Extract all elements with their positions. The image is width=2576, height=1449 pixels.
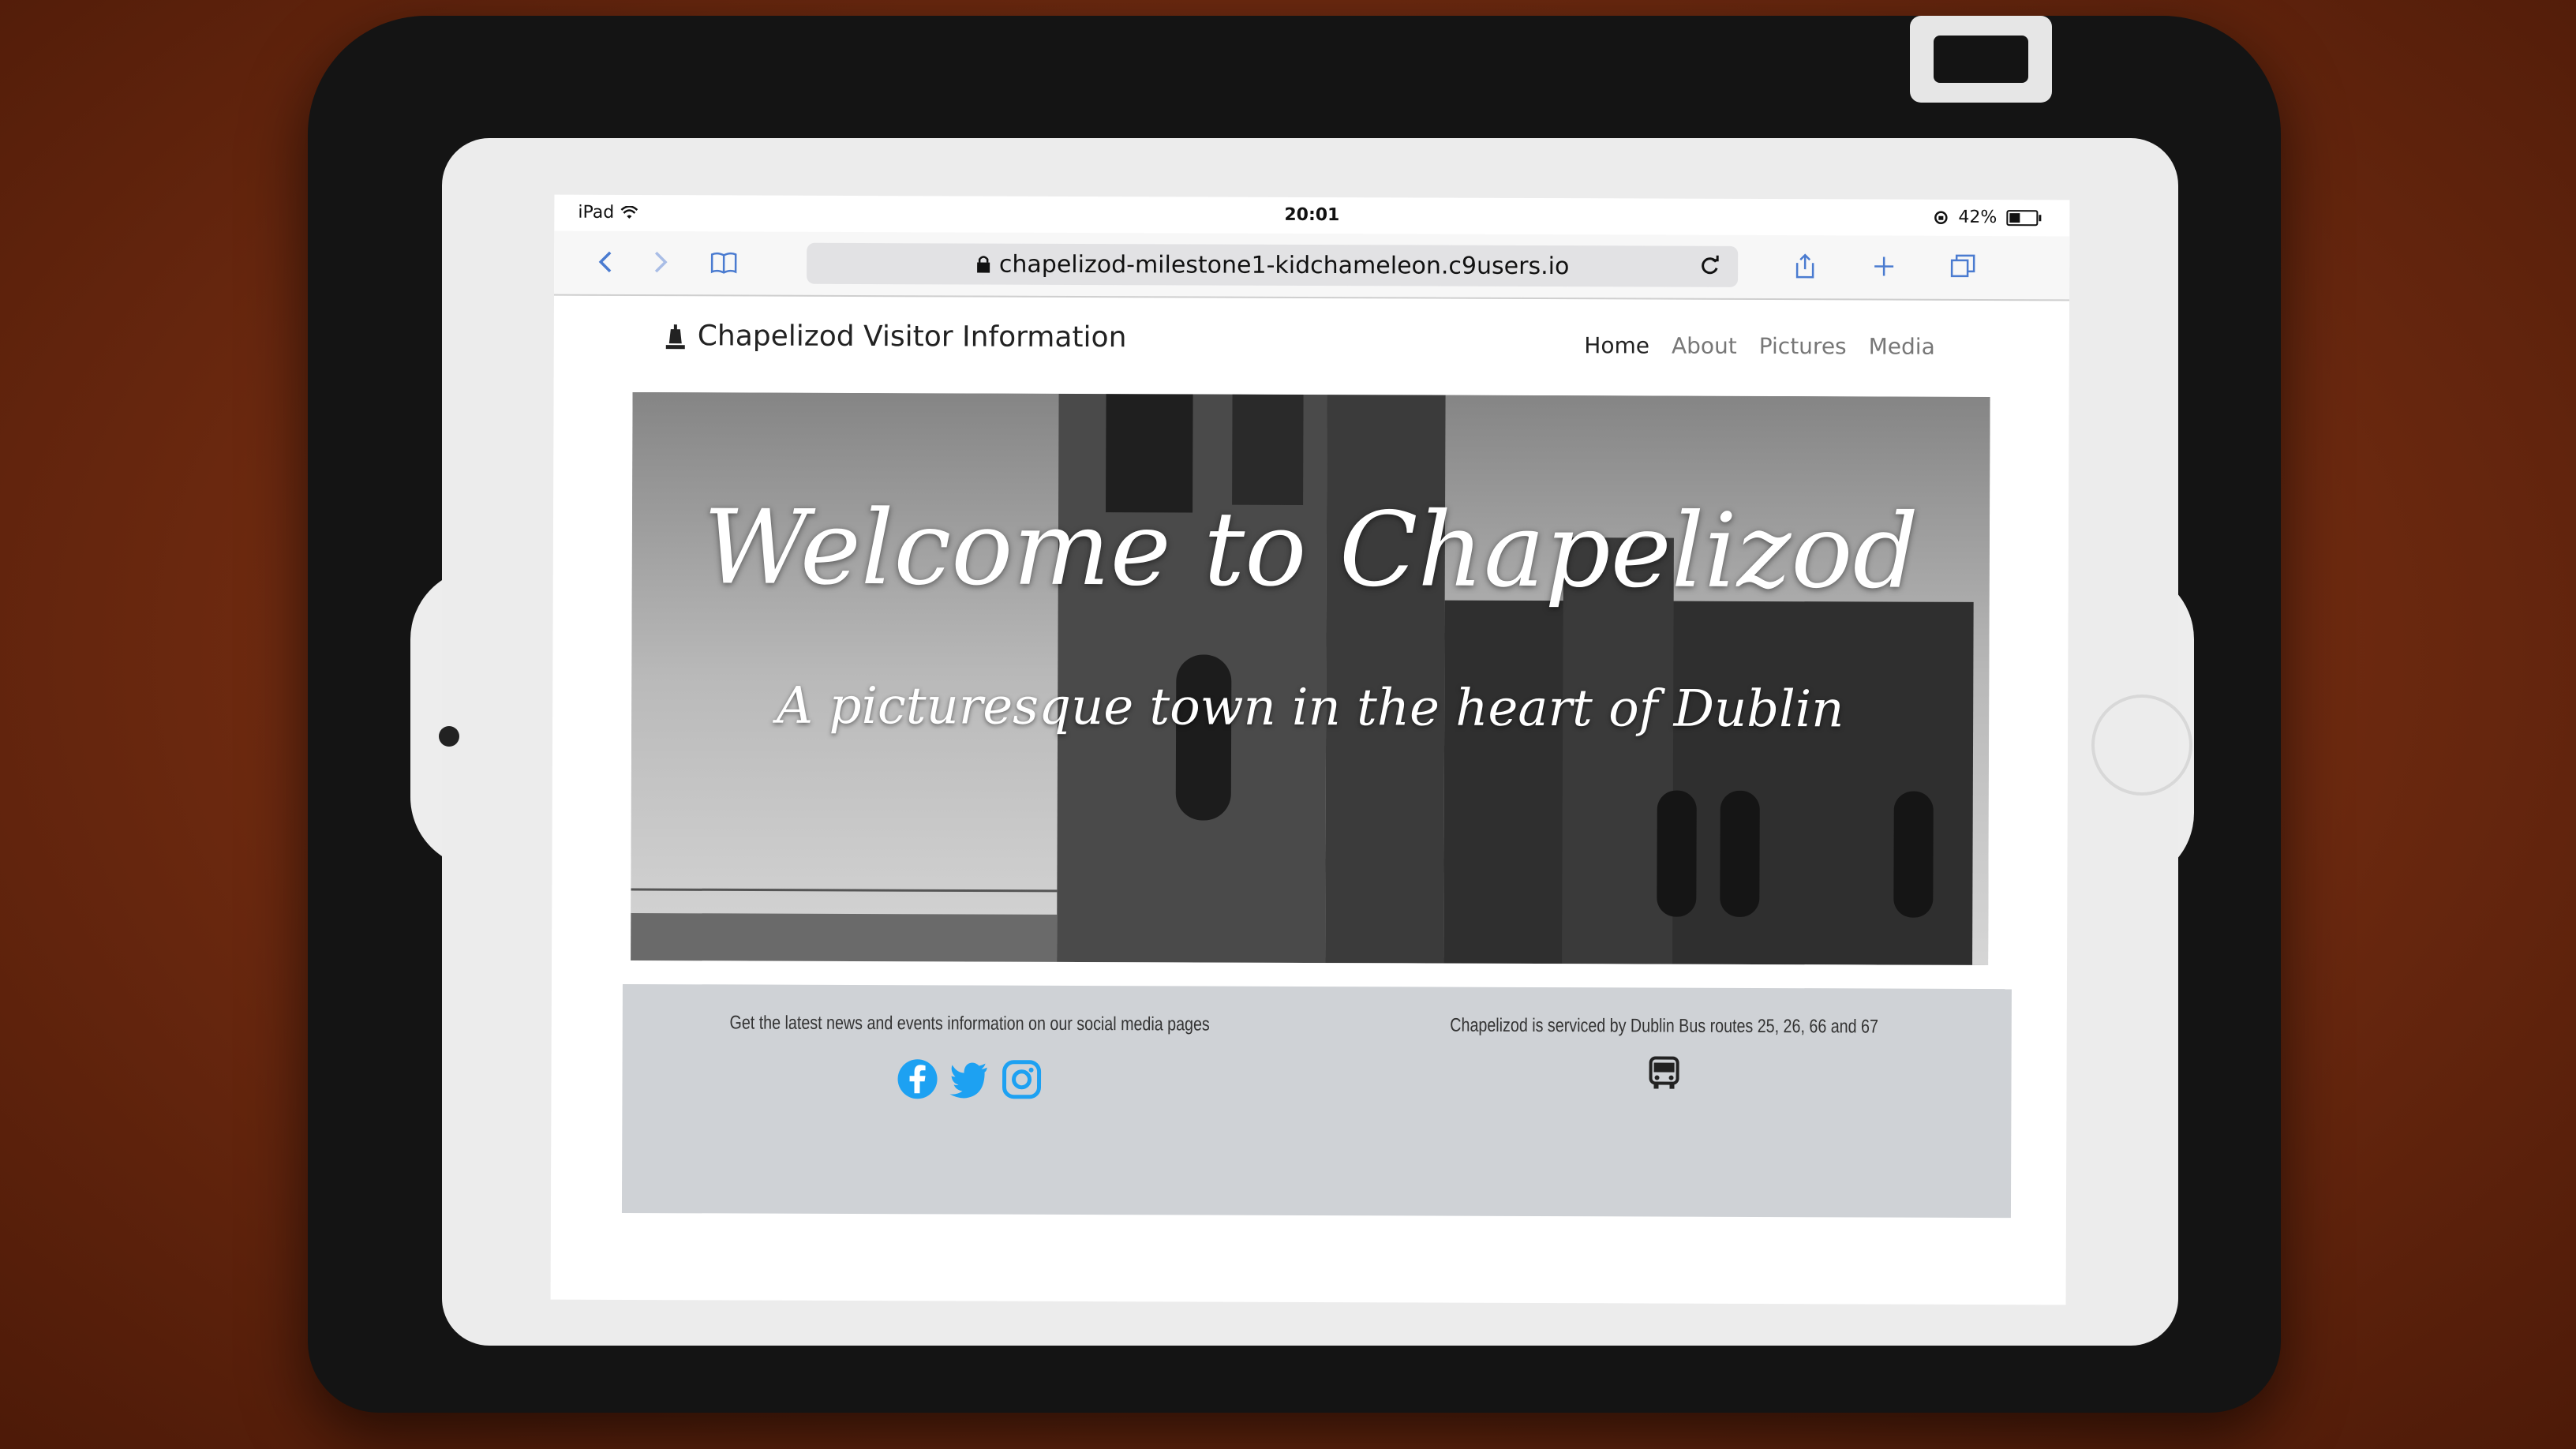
forward-icon[interactable] xyxy=(641,242,680,282)
nav-links: Home About Pictures Media xyxy=(1584,332,1935,360)
bell-tower-icon xyxy=(665,324,685,349)
case-strap xyxy=(1910,16,2052,103)
battery-level xyxy=(2009,212,2020,223)
url-bar[interactable]: chapelizod-milestone1-kidchameleon.c9use… xyxy=(807,242,1739,287)
social-text: Get the latest news and events informati… xyxy=(729,1012,1210,1035)
instagram-icon[interactable] xyxy=(1001,1059,1042,1100)
bus-text: Chapelizod is serviced by Dublin Bus rou… xyxy=(1450,1014,1879,1038)
new-tab-icon[interactable] xyxy=(1864,246,1904,286)
hero-title: Welcome to Chapelizod xyxy=(702,487,1919,612)
hero-banner: Welcome to Chapelizod A picturesque town… xyxy=(631,392,1990,966)
status-right: 42% xyxy=(1933,207,2039,228)
facebook-icon[interactable] xyxy=(897,1058,938,1099)
status-bar: iPad 20:01 42% xyxy=(554,195,2069,237)
nav-home[interactable]: Home xyxy=(1584,332,1649,358)
nav-media[interactable]: Media xyxy=(1869,333,1935,359)
back-icon[interactable] xyxy=(586,242,625,282)
brand-name: Chapelizod Visitor Information xyxy=(697,320,1127,354)
bookmarks-icon[interactable] xyxy=(704,242,743,282)
social-icons xyxy=(622,1058,1316,1101)
battery-icon xyxy=(2006,209,2039,226)
reload-icon[interactable] xyxy=(1697,253,1722,278)
nav-pictures[interactable]: Pictures xyxy=(1759,333,1847,359)
nav-about[interactable]: About xyxy=(1672,333,1737,359)
site-footer: Get the latest news and events informati… xyxy=(621,983,2012,1219)
footer-social: Get the latest news and events informati… xyxy=(622,1012,1316,1101)
ipad-screen: iPad 20:01 42% chapelizod-milestone1-kid… xyxy=(550,194,2070,1305)
camera-icon xyxy=(439,726,459,747)
bus-icon-wrapper xyxy=(1316,1054,2011,1092)
tabs-icon[interactable] xyxy=(1943,247,1983,286)
status-time: 20:01 xyxy=(1284,204,1340,226)
battery-percent: 42% xyxy=(1958,207,1998,228)
url-text: chapelizod-milestone1-kidchameleon.c9use… xyxy=(998,250,1570,280)
hero-subtitle: A picturesque town in the heart of Dubli… xyxy=(776,676,1844,739)
bus-icon xyxy=(1649,1056,1679,1089)
rotation-lock-icon xyxy=(1934,211,1948,224)
site-navbar: Chapelizod Visitor Information Home Abou… xyxy=(554,296,2069,380)
twitter-icon[interactable] xyxy=(949,1058,990,1099)
lock-icon xyxy=(976,256,990,273)
share-icon[interactable] xyxy=(1785,246,1825,286)
footer-transport: Chapelizod is serviced by Dublin Bus rou… xyxy=(1316,1014,2011,1092)
home-button[interactable] xyxy=(2091,695,2192,796)
site-brand[interactable]: Chapelizod Visitor Information xyxy=(665,320,1127,354)
browser-toolbar: chapelizod-milestone1-kidchameleon.c9use… xyxy=(554,230,2070,301)
